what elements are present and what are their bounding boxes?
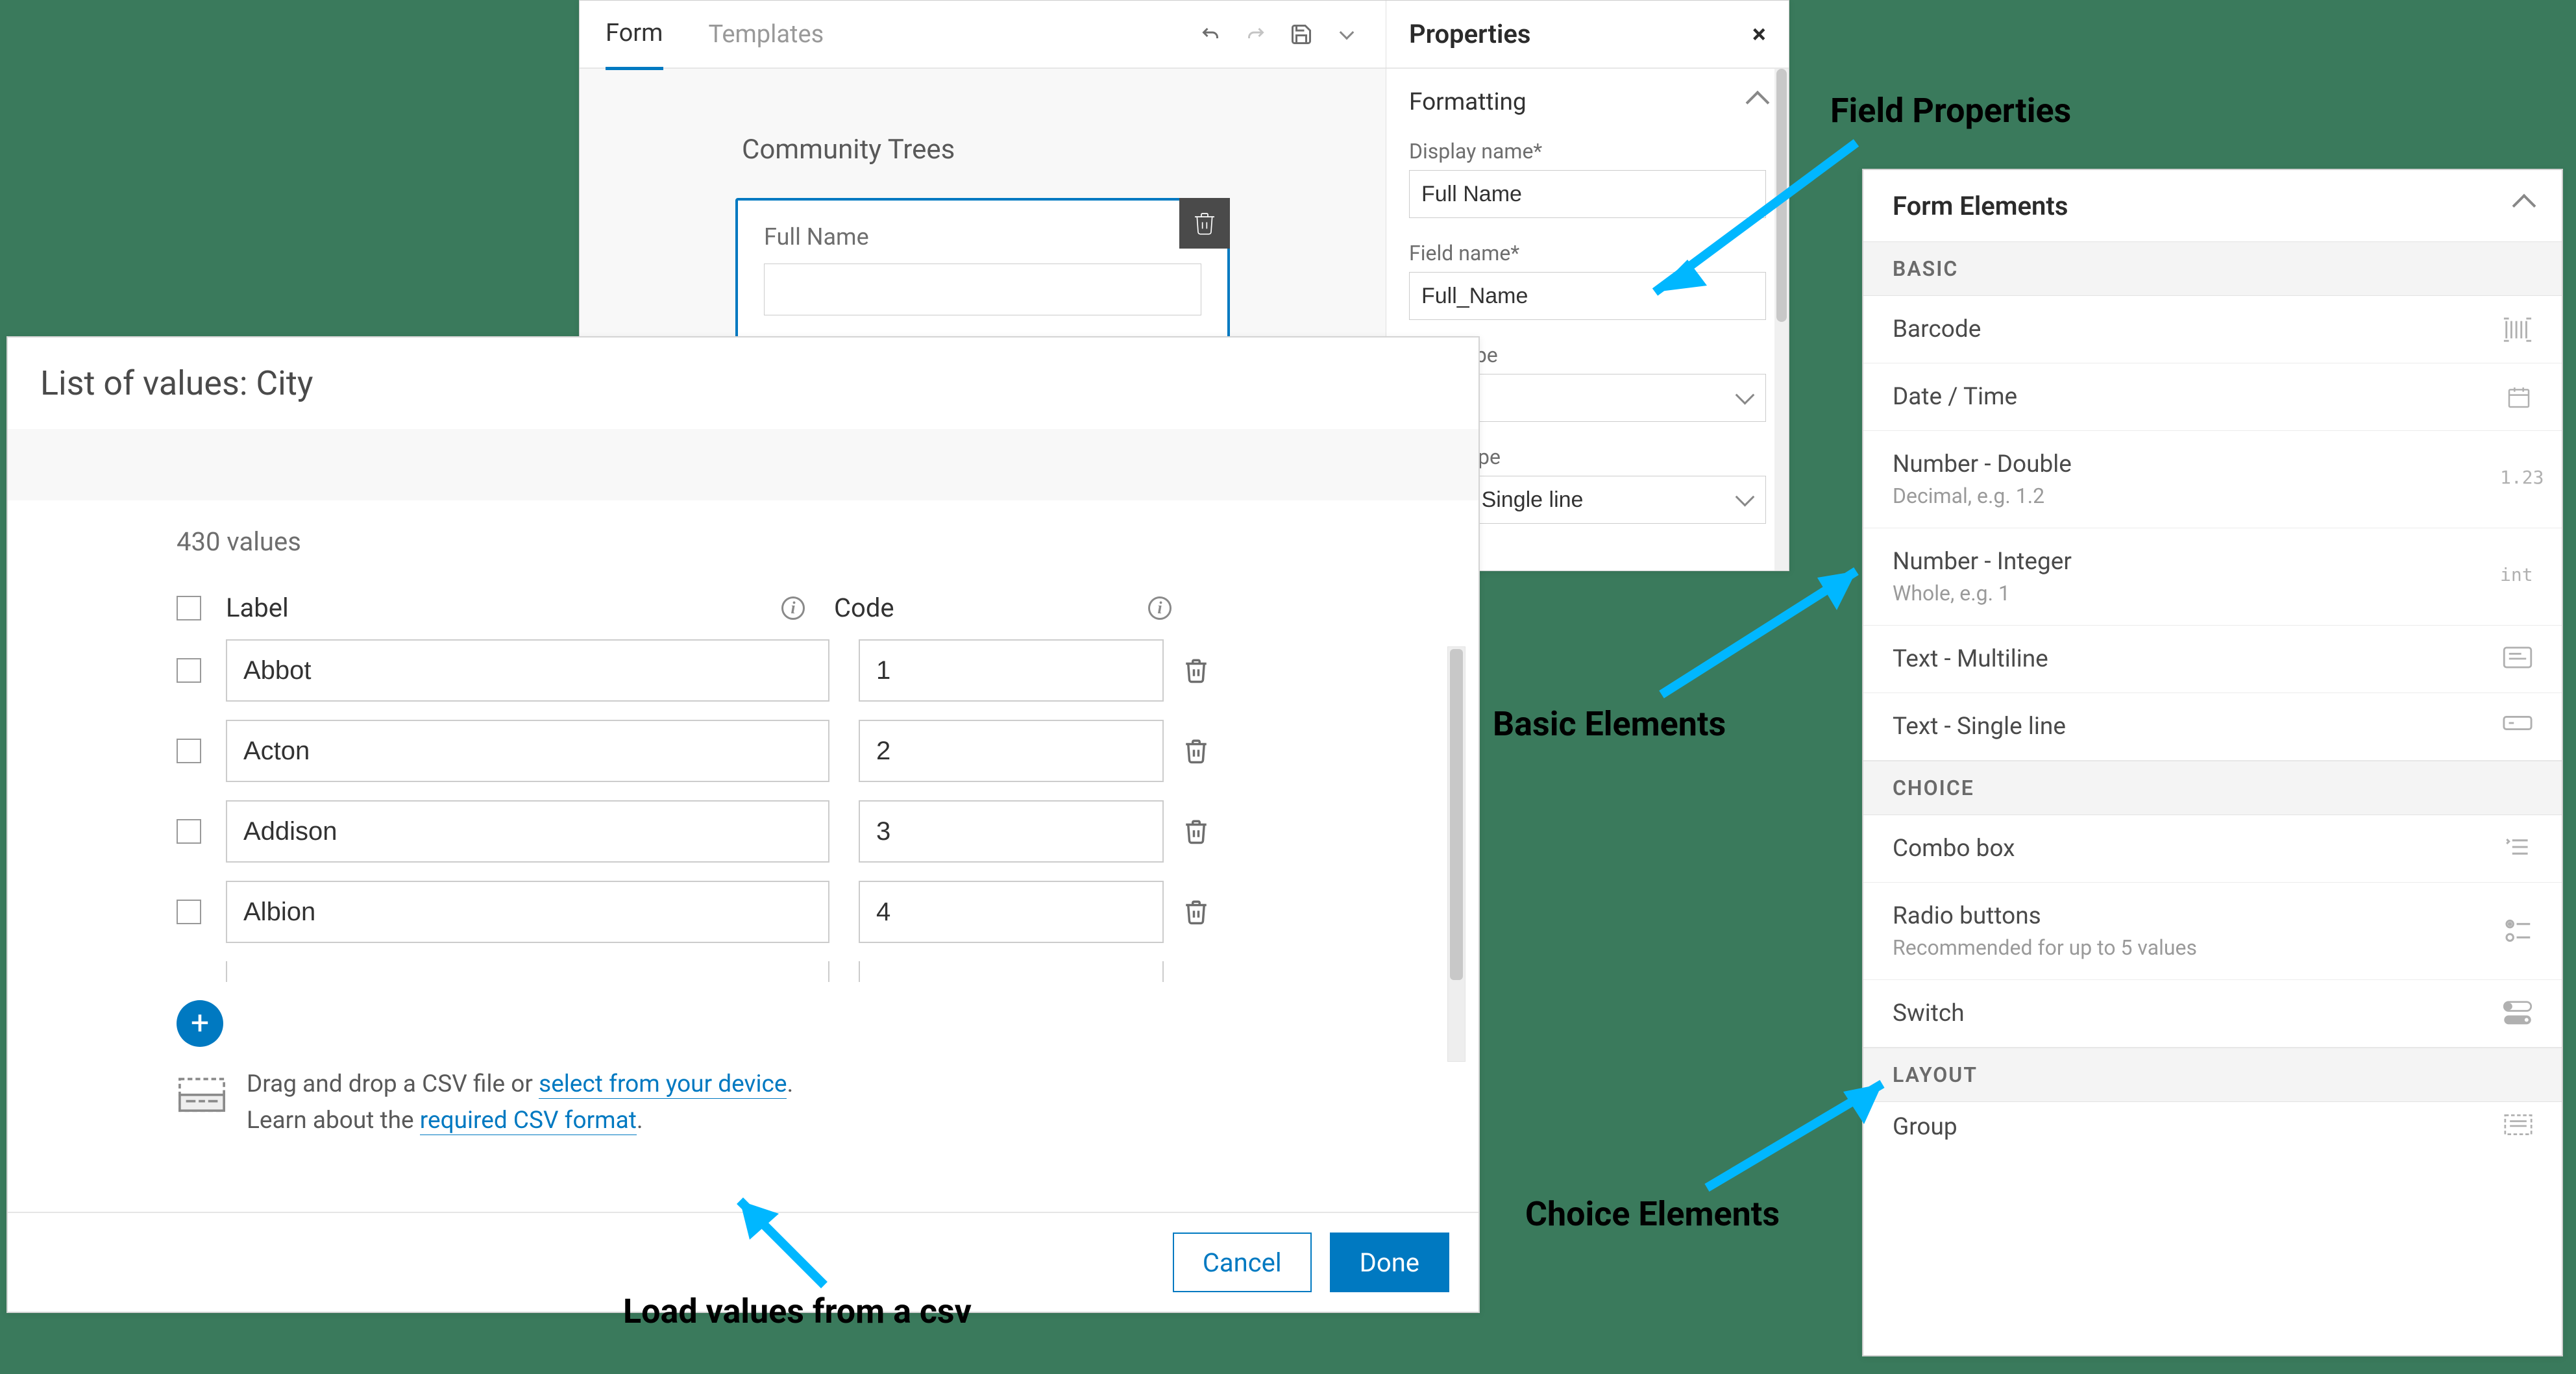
info-icon[interactable]: i (781, 596, 805, 620)
section-layout: LAYOUT (1863, 1048, 2562, 1102)
element-text-multiline[interactable]: Text - Multiline (1863, 626, 2562, 693)
element-barcode[interactable]: Barcode (1863, 296, 2562, 363)
save-dropdown-icon[interactable] (1334, 21, 1360, 47)
csv-format-link[interactable]: required CSV format (420, 1107, 637, 1135)
collapse-icon[interactable] (1746, 90, 1770, 114)
lov-count: 430 values (177, 526, 1433, 557)
lov-title: List of values: City (8, 337, 1478, 429)
csv-learn-text: Learn about the (247, 1107, 420, 1135)
arrow-icon (1687, 1064, 1908, 1201)
form-field-selected[interactable]: Full Name (735, 198, 1230, 350)
delete-row-button[interactable] (1180, 731, 1212, 770)
lov-code-input[interactable] (859, 720, 1164, 782)
singleline-icon (2500, 714, 2533, 740)
row-checkbox[interactable] (177, 739, 201, 763)
close-icon[interactable]: × (1752, 19, 1766, 49)
cancel-button[interactable]: Cancel (1173, 1233, 1312, 1292)
select-file-link[interactable]: select from your device (539, 1070, 787, 1099)
info-icon[interactable]: i (1148, 596, 1171, 620)
form-title: Community Trees (742, 134, 1230, 166)
element-number-double[interactable]: Number - Double Decimal, e.g. 1.2 1.23 (1863, 431, 2562, 528)
element-radio-buttons[interactable]: Radio buttons Recommended for up to 5 va… (1863, 883, 2562, 980)
lov-code-input[interactable] (859, 800, 1164, 863)
lov-code-input[interactable] (859, 639, 1164, 702)
switch-icon (2500, 1001, 2533, 1027)
combo-icon (2500, 836, 2533, 862)
csv-drop-text: Drag and drop a CSV file or (247, 1070, 539, 1098)
lov-label-input[interactable] (226, 800, 829, 863)
form-elements-panel: Form Elements BASIC Barcode Date / Time … (1862, 169, 2563, 1356)
arrow-icon (1642, 545, 1902, 714)
radio-icon (2500, 918, 2533, 944)
list-of-values-panel: List of values: City 430 values Label i … (6, 336, 1480, 1313)
lov-header-label: Label (226, 593, 289, 623)
redo-icon[interactable] (1243, 21, 1269, 47)
form-builder-tabs: Form Templates (580, 1, 1386, 69)
element-datetime[interactable]: Date / Time (1863, 363, 2562, 431)
section-choice: CHOICE (1863, 761, 2562, 815)
lov-code-input[interactable] (859, 961, 1164, 982)
section-basic: BASIC (1863, 241, 2562, 296)
properties-section-title: Formatting (1409, 88, 1527, 116)
lov-label-input[interactable] (226, 881, 829, 943)
lov-label-input[interactable] (226, 961, 829, 982)
delete-row-button[interactable] (1180, 812, 1212, 851)
multiline-icon (2500, 646, 2533, 672)
lov-header-code: Code (834, 593, 894, 623)
csv-drop-area[interactable]: Drag and drop a CSV file or select from … (177, 1066, 1433, 1138)
lov-row (177, 961, 1433, 982)
row-checkbox[interactable] (177, 658, 201, 683)
tab-templates[interactable]: Templates (709, 1, 824, 68)
element-group[interactable]: Group (1863, 1102, 2562, 1155)
delete-field-button[interactable] (1179, 198, 1230, 249)
select-all-checkbox[interactable] (177, 596, 201, 620)
arrow-icon (1616, 130, 1876, 325)
delete-row-button[interactable] (1180, 892, 1212, 931)
undo-icon[interactable] (1197, 21, 1223, 47)
element-combo-box[interactable]: Combo box (1863, 815, 2562, 883)
form-field-input-preview (764, 264, 1201, 315)
row-checkbox[interactable] (177, 819, 201, 844)
barcode-icon (2500, 317, 2533, 343)
annotation-field-properties: Field Properties (1830, 91, 2071, 130)
group-icon (2500, 1114, 2533, 1140)
lov-row (177, 800, 1433, 863)
element-number-integer[interactable]: Number - Integer Whole, e.g. 1 int (1863, 528, 2562, 626)
form-elements-title: Form Elements (1893, 191, 2068, 221)
csv-icon (177, 1066, 227, 1117)
integer-type-icon: int (2500, 564, 2533, 590)
lov-label-input[interactable] (226, 720, 829, 782)
done-button[interactable]: Done (1330, 1233, 1449, 1292)
lov-row (177, 639, 1433, 702)
lov-column-headers: Label i Code i (177, 593, 1433, 639)
calendar-icon (2500, 384, 2533, 410)
lov-scrollbar[interactable] (1447, 646, 1466, 1062)
lov-row (177, 881, 1433, 943)
save-icon[interactable] (1288, 21, 1314, 47)
row-checkbox[interactable] (177, 900, 201, 924)
element-text-singleline[interactable]: Text - Single line (1863, 693, 2562, 761)
collapse-icon[interactable] (2512, 194, 2536, 218)
element-switch[interactable]: Switch (1863, 980, 2562, 1048)
lov-label-input[interactable] (226, 639, 829, 702)
properties-title: Properties (1409, 19, 1530, 49)
double-type-icon: 1.23 (2500, 467, 2533, 493)
tab-form[interactable]: Form (606, 0, 663, 70)
form-field-label: Full Name (764, 223, 1201, 251)
add-value-button[interactable]: + (177, 1000, 223, 1047)
delete-row-button[interactable] (1180, 651, 1212, 690)
lov-row (177, 720, 1433, 782)
arrow-icon (714, 1175, 857, 1298)
lov-code-input[interactable] (859, 881, 1164, 943)
